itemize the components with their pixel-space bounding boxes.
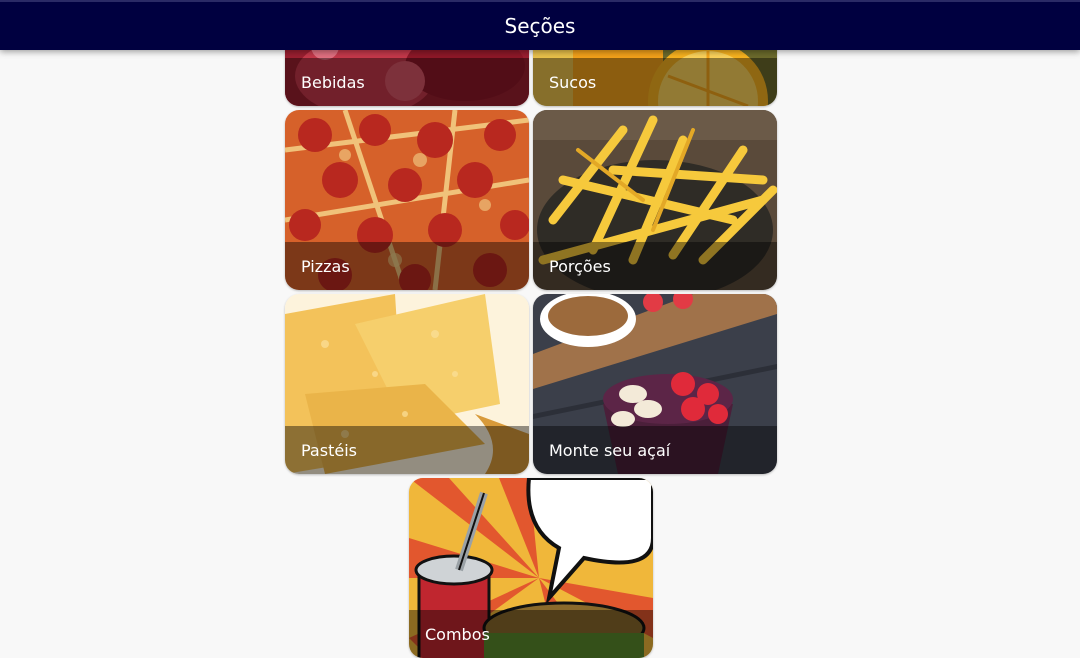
section-card-porcoes[interactable]: Porções xyxy=(533,110,777,290)
section-card-pizzas[interactable]: Pizzas xyxy=(285,110,529,290)
section-label: Combos xyxy=(425,625,490,644)
section-label: Pizzas xyxy=(301,257,350,276)
section-label: Porções xyxy=(549,257,611,276)
section-card-pasteis[interactable]: Pastéis xyxy=(285,294,529,474)
section-label: Pastéis xyxy=(301,441,357,460)
section-label: Bebidas xyxy=(301,73,365,92)
app-header: Seções xyxy=(0,0,1080,50)
section-label: Sucos xyxy=(549,73,597,92)
section-card-combos[interactable]: Combos xyxy=(409,478,653,658)
sections-grid: Bebidas Sucos Pizzas Porções Pastéis Mon… xyxy=(0,0,1080,658)
section-label: Monte seu açaí xyxy=(549,441,671,460)
section-card-acai[interactable]: Monte seu açaí xyxy=(533,294,777,474)
page-title: Seções xyxy=(504,14,576,38)
